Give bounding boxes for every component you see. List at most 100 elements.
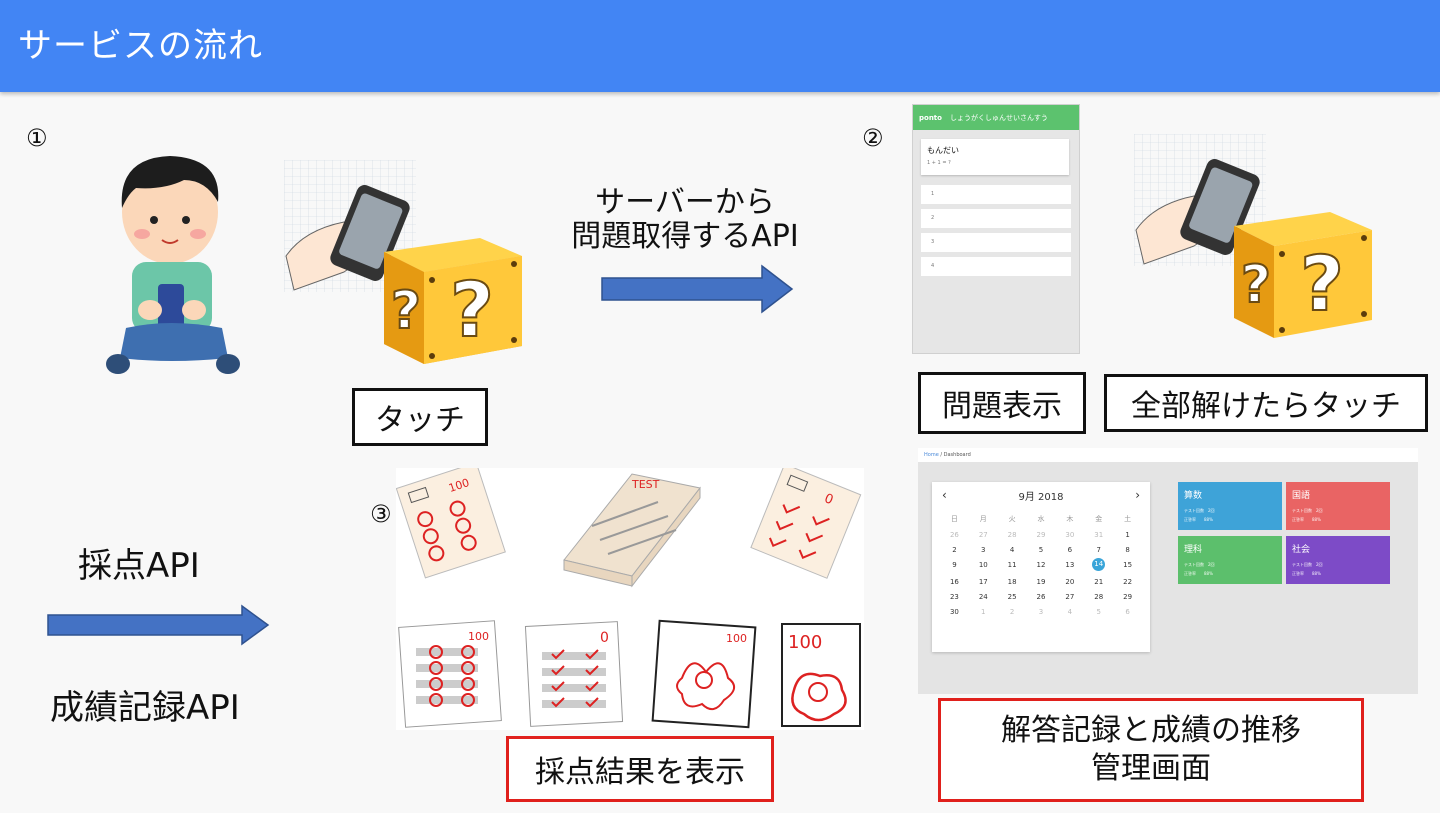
calendar-day[interactable]: 28 bbox=[1084, 593, 1113, 601]
question-text: 1 + 1 = ? bbox=[927, 160, 951, 166]
server-api-caption: サーバーから 問題取得するAPI bbox=[560, 186, 810, 254]
calendar-day[interactable]: 11 bbox=[998, 561, 1027, 571]
question-title: もんだい bbox=[927, 146, 959, 155]
calendar-day-label: 27 bbox=[978, 531, 988, 539]
touch-after-solve-label-box: 全部解けたらタッチ bbox=[1104, 374, 1428, 432]
calendar-day[interactable]: 15 bbox=[1113, 561, 1142, 571]
calendar-day[interactable]: 5 bbox=[1084, 608, 1113, 616]
question-card: もんだい 1 + 1 = ? bbox=[921, 139, 1069, 175]
calendar-day-label: 21 bbox=[1094, 578, 1104, 586]
calendar-day-label: 2 bbox=[1009, 608, 1015, 616]
management-screen-label-box: 解答記録と成績の推移 管理画面 bbox=[938, 698, 1364, 802]
subject-tile[interactable]: 社会 テスト回数 2回 正答率 88% bbox=[1286, 536, 1390, 584]
calendar-day-label: 1 bbox=[981, 608, 986, 616]
step-two-marker: ② bbox=[862, 124, 884, 152]
calendar-weekday: 火 bbox=[1008, 515, 1016, 523]
calendar-day[interactable]: 30 bbox=[940, 608, 969, 616]
calendar-day-label: 31 bbox=[1094, 531, 1104, 539]
calendar-day[interactable]: 30 bbox=[1055, 531, 1084, 539]
calendar-day[interactable]: 8 bbox=[1113, 546, 1142, 554]
calendar-day[interactable]: 27 bbox=[969, 531, 998, 539]
calendar-day[interactable]: 9 bbox=[940, 561, 969, 571]
calendar-day-label: 26 bbox=[949, 531, 959, 539]
calendar-day[interactable]: 26 bbox=[1027, 593, 1056, 601]
app-user-name: しょうがくしゅんせいさんすう bbox=[949, 113, 1048, 122]
subject-tile-name: 算数 bbox=[1184, 491, 1203, 501]
calendar-day[interactable]: 4 bbox=[1055, 608, 1084, 616]
calendar-day[interactable]: 24 bbox=[969, 593, 998, 601]
calendar-day[interactable]: 19 bbox=[1027, 578, 1056, 586]
calendar-day[interactable]: 10 bbox=[969, 561, 998, 571]
answer-option[interactable]: 1 bbox=[921, 185, 1071, 204]
calendar-day-label: 17 bbox=[978, 578, 988, 586]
answer-option[interactable]: 4 bbox=[921, 257, 1071, 276]
subject-tile-test-count: テスト回数 2回 bbox=[1292, 508, 1323, 513]
calendar-day[interactable]: 28 bbox=[998, 531, 1027, 539]
calendar-day[interactable]: 7 bbox=[1084, 546, 1113, 554]
chevron-right-icon[interactable]: › bbox=[1135, 488, 1140, 502]
calendar-day[interactable]: 16 bbox=[940, 578, 969, 586]
calendar-day[interactable]: 3 bbox=[1027, 608, 1056, 616]
calendar-day[interactable]: 6 bbox=[1055, 546, 1084, 554]
calendar-day[interactable]: 12 bbox=[1027, 561, 1056, 571]
calendar-day-label: 23 bbox=[949, 593, 959, 601]
management-label-line2: 管理画面 bbox=[1091, 751, 1211, 786]
calendar-day[interactable]: 29 bbox=[1113, 593, 1142, 601]
subject-tile[interactable]: 理科 テスト回数 2回 正答率 88% bbox=[1178, 536, 1282, 584]
touch-after-solve-label: 全部解けたらタッチ bbox=[1131, 389, 1401, 424]
breadcrumb-home-link[interactable]: Home bbox=[924, 452, 939, 458]
calendar-day-label: 6 bbox=[1067, 546, 1073, 554]
calendar-day[interactable]: 31 bbox=[1084, 531, 1113, 539]
app-brand: ponto bbox=[919, 113, 942, 122]
calendar-day-label: 2 bbox=[952, 546, 957, 554]
calendar-day-label: 6 bbox=[1125, 608, 1130, 616]
calendar-day-label: 16 bbox=[949, 578, 959, 586]
calendar-weekday: 月 bbox=[979, 515, 987, 523]
calendar-weekday: 日 bbox=[950, 515, 958, 523]
calendar-day[interactable]: 2 bbox=[998, 608, 1027, 616]
calendar-day[interactable]: 14 bbox=[1084, 558, 1113, 571]
calendar-day[interactable]: 1 bbox=[969, 608, 998, 616]
server-api-caption-line1: サーバーから bbox=[595, 185, 775, 220]
calendar-day-label: 7 bbox=[1096, 546, 1101, 554]
touch-label-box: タッチ bbox=[352, 388, 488, 446]
calendar-day-label: 28 bbox=[1094, 593, 1104, 601]
calendar-day[interactable]: 18 bbox=[998, 578, 1027, 586]
calendar-day[interactable]: 6 bbox=[1113, 608, 1142, 616]
calendar-day[interactable]: 1 bbox=[1113, 531, 1142, 539]
answer-option[interactable]: 3 bbox=[921, 233, 1071, 252]
subject-tile[interactable]: 国語 テスト回数 2回 正答率 88% bbox=[1286, 482, 1390, 530]
calendar-day-label: 1 bbox=[1125, 531, 1130, 539]
calendar-day[interactable]: 21 bbox=[1084, 578, 1113, 586]
calendar-day[interactable]: 4 bbox=[998, 546, 1027, 554]
calendar-day-label: 28 bbox=[1007, 531, 1017, 539]
breadcrumb-current: Dashboard bbox=[943, 452, 971, 458]
calendar-day[interactable]: 3 bbox=[969, 546, 998, 554]
calendar-day[interactable]: 25 bbox=[998, 593, 1027, 601]
calendar-day[interactable]: 22 bbox=[1113, 578, 1142, 586]
breadcrumb: Home / Dashboard bbox=[918, 448, 1418, 462]
management-label-line1: 解答記録と成績の推移 bbox=[1001, 713, 1301, 748]
record-api-caption: 成績記録API bbox=[50, 688, 240, 728]
calendar-day[interactable]: 23 bbox=[940, 593, 969, 601]
hand-phone-question-block-illustration: ? ? bbox=[284, 160, 522, 364]
calendar-day-label: 29 bbox=[1123, 593, 1133, 601]
svg-text:?: ? bbox=[1241, 255, 1271, 315]
calendar-day[interactable]: 2 bbox=[940, 546, 969, 554]
calendar-day[interactable]: 29 bbox=[1027, 531, 1056, 539]
calendar-day[interactable]: 27 bbox=[1055, 593, 1084, 601]
calendar-day[interactable]: 13 bbox=[1055, 561, 1084, 571]
show-result-label: 採点結果を表示 bbox=[535, 755, 745, 790]
calendar-day-label: 18 bbox=[1007, 578, 1017, 586]
subject-tile[interactable]: 算数 テスト回数 2回 正答率 88% bbox=[1178, 482, 1282, 530]
calendar-day[interactable]: 20 bbox=[1055, 578, 1084, 586]
calendar-day[interactable]: 5 bbox=[1027, 546, 1056, 554]
page-title: サービスの流れ bbox=[18, 26, 263, 66]
answer-option[interactable]: 2 bbox=[921, 209, 1071, 228]
calendar-day-label: 4 bbox=[1067, 608, 1073, 616]
calendar-day[interactable]: 17 bbox=[969, 578, 998, 586]
calendar-day-label: 30 bbox=[949, 608, 959, 616]
subject-tile-name: 社会 bbox=[1292, 545, 1311, 555]
calendar-day[interactable]: 26 bbox=[940, 531, 969, 539]
calendar-weekday: 金 bbox=[1095, 515, 1103, 523]
